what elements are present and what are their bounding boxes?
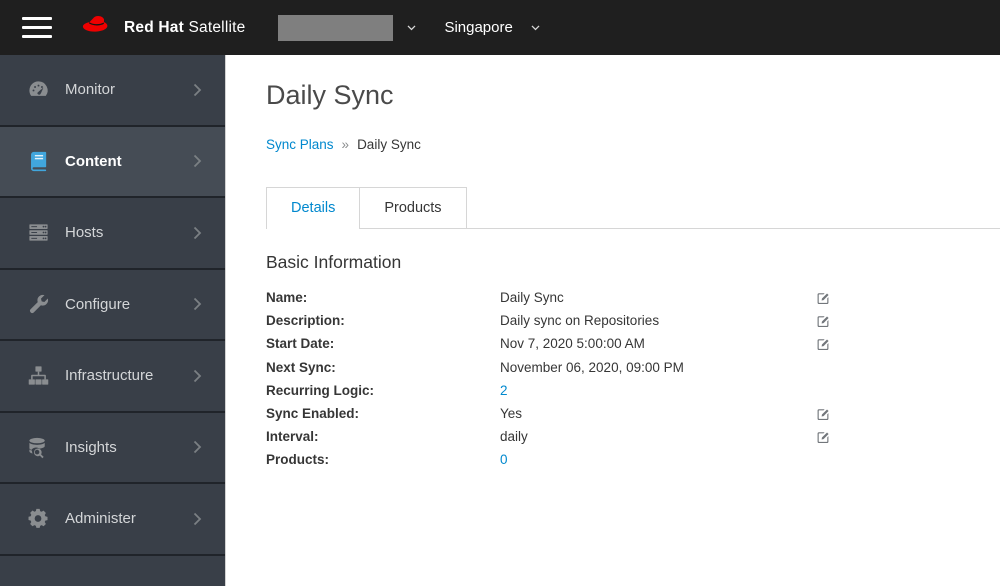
chevron-right-icon [190, 226, 204, 240]
breadcrumb-link-sync-plans[interactable]: Sync Plans [266, 137, 334, 152]
field-row: Products: 0 [266, 448, 1000, 471]
field-row: Sync Enabled: Yes [266, 402, 1000, 425]
edit-icon[interactable] [816, 291, 836, 305]
sidebar-item-hosts[interactable]: Hosts [0, 198, 225, 270]
chevron-right-icon [190, 512, 204, 526]
field-row: Description: Daily sync on Repositories [266, 309, 1000, 332]
menu-toggle-button[interactable] [18, 13, 56, 42]
sidebar-item-label: Content [65, 152, 122, 170]
sidebar-nav: Monitor Content Hosts Configure Infrastructu… [0, 55, 225, 556]
field-value-link[interactable]: 0 [500, 452, 816, 467]
chevron-right-icon [190, 83, 204, 97]
field-row: Interval: daily [266, 425, 1000, 448]
sidebar-item-content[interactable]: Content [0, 126, 225, 198]
field-label: Products: [266, 452, 330, 468]
field-label: Recurring Logic: [266, 382, 375, 398]
sitemap-icon [27, 364, 50, 387]
tab-details[interactable]: Details [266, 187, 361, 229]
chevron-right-icon [190, 369, 204, 383]
field-label: Name: [266, 290, 308, 306]
breadcrumb-separator: » [341, 137, 350, 152]
sidebar: Monitor Content Hosts Configure Infrastructu… [0, 55, 226, 586]
edit-icon[interactable] [816, 337, 836, 351]
brand-logo: Red Hat Satellite [82, 16, 245, 39]
organization-dropdown[interactable] [245, 14, 417, 41]
gauge-icon [27, 78, 50, 101]
organization-value-redacted[interactable] [278, 14, 394, 41]
sidebar-item-partial[interactable] [0, 555, 225, 586]
field-value: Daily Sync [500, 290, 564, 306]
masthead: Red Hat Satellite Singapore [0, 0, 1000, 55]
field-label: Next Sync: [266, 359, 336, 375]
field-label: Start Date: [266, 336, 335, 352]
edit-icon[interactable] [816, 314, 836, 328]
field-value: Yes [500, 406, 523, 422]
field-value: November 06, 2020, 09:00 PM [500, 359, 684, 375]
sidebar-item-label: Configure [65, 295, 131, 313]
edit-icon[interactable] [816, 430, 836, 444]
field-row: Next Sync: November 06, 2020, 09:00 PM [266, 356, 1000, 379]
field-value: Daily sync on Repositories [500, 313, 660, 329]
chevron-right-icon [190, 154, 204, 168]
sidebar-item-label: Administer [65, 510, 136, 528]
chevron-right-icon [190, 297, 204, 311]
edit-icon[interactable] [816, 407, 836, 421]
wrench-icon [27, 293, 50, 316]
servers-icon [27, 221, 50, 244]
basic-info-list: Name: Daily Sync Description: Daily sync on… [266, 286, 1000, 472]
gear-icon [27, 507, 50, 530]
sidebar-item-insights[interactable]: Insights [0, 412, 225, 484]
section-title: Basic Information [266, 252, 402, 272]
sidebar-item-administer[interactable]: Administer [0, 484, 225, 556]
location-dropdown[interactable]: Singapore [417, 19, 540, 36]
breadcrumb: Sync Plans » Daily Sync [266, 137, 1000, 152]
field-row: Start Date: Nov 7, 2020 5:00:00 AM [266, 332, 1000, 355]
tab-bar: Details Products [266, 187, 1000, 229]
field-value: daily [500, 429, 528, 445]
brand-title: Red Hat Satellite [124, 18, 246, 36]
field-row: Recurring Logic: 2 [266, 379, 1000, 402]
chevron-right-icon [190, 440, 204, 454]
red-hat-fedora-icon [82, 16, 124, 39]
breadcrumb-current: Daily Sync [357, 137, 421, 152]
field-label: Description: [266, 313, 345, 329]
sidebar-item-infrastructure[interactable]: Infrastructure [0, 341, 225, 413]
main-content: Daily Sync Sync Plans » Daily Sync Detai… [227, 55, 1000, 586]
field-label: Interval: [266, 429, 319, 445]
chevron-down-icon [530, 22, 541, 33]
location-dropdown-value[interactable]: Singapore [444, 19, 512, 36]
sidebar-item-label: Infrastructure [65, 367, 154, 385]
chevron-down-icon [406, 22, 417, 33]
field-value-link[interactable]: 2 [500, 383, 816, 398]
sidebar-item-label: Hosts [65, 224, 104, 242]
field-label: Sync Enabled: [266, 406, 360, 422]
hamburger-icon [22, 16, 52, 21]
book-icon [27, 150, 50, 173]
sidebar-item-label: Insights [65, 438, 117, 456]
sidebar-item-monitor[interactable]: Monitor [0, 55, 225, 127]
database-search-icon [27, 436, 50, 459]
page-title: Daily Sync [266, 80, 394, 110]
tab-products[interactable]: Products [359, 187, 467, 228]
field-row: Name: Daily Sync [266, 286, 1000, 309]
field-value: Nov 7, 2020 5:00:00 AM [500, 336, 645, 352]
sidebar-item-label: Monitor [65, 81, 116, 99]
sidebar-item-configure[interactable]: Configure [0, 269, 225, 341]
